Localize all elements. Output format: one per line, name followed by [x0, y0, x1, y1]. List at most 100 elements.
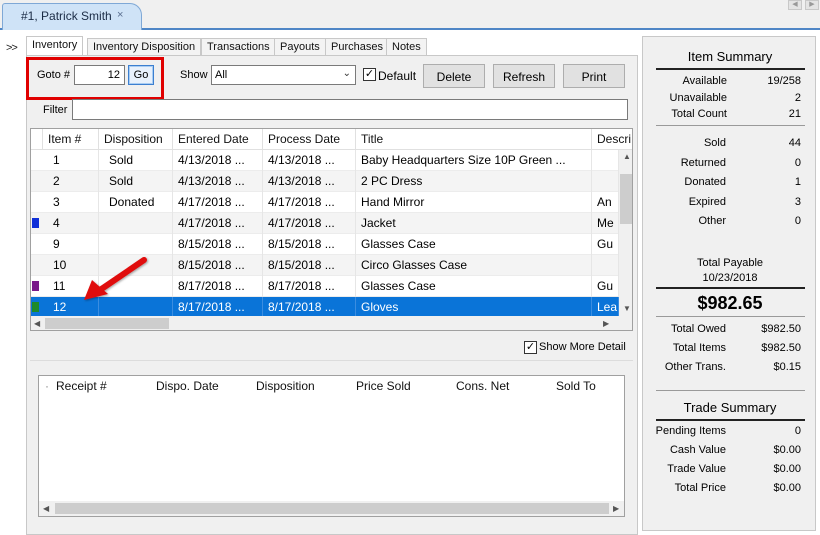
cash-value-label: Cash Value	[669, 444, 726, 456]
cell-description: Lea	[592, 297, 619, 318]
filter-input[interactable]	[72, 99, 628, 120]
cell-title: Jacket	[356, 213, 592, 234]
column-header-item[interactable]: Item #	[43, 129, 99, 150]
column-header-entered-date[interactable]: Entered Date	[173, 129, 263, 150]
column-header-sold-to[interactable]: Sold To	[551, 376, 623, 397]
refresh-button[interactable]: Refresh	[493, 64, 555, 88]
tab-scroll-arrows: ◀ ▶	[788, 0, 820, 10]
other-trans-value: $0.15	[773, 361, 801, 373]
show-select-value: All	[215, 69, 228, 81]
row-indicator-header	[31, 129, 43, 150]
delete-button[interactable]: Delete	[423, 64, 485, 88]
cell-disposition: Sold	[99, 171, 173, 192]
document-tab[interactable]: #1, Patrick Smith ×	[2, 3, 142, 30]
cell-entered-date: 4/17/2018 ...	[173, 213, 263, 234]
total-price-label: Total Price	[674, 482, 726, 494]
tab-notes[interactable]: Notes	[386, 38, 427, 56]
column-header-disposition[interactable]: Disposition	[251, 376, 351, 397]
scroll-left-icon[interactable]: ◀	[788, 0, 802, 10]
expired-value: 3	[794, 196, 801, 208]
cell-title: Hand Mirror	[356, 192, 592, 213]
column-header-cons-net[interactable]: Cons. Net	[451, 376, 551, 397]
show-more-detail-checkbox[interactable]: ✓	[524, 341, 537, 354]
unavailable-value: 2	[794, 92, 801, 104]
other-trans-label: Other Trans.	[664, 361, 726, 373]
section-divider	[30, 360, 633, 361]
column-header-title[interactable]: Title	[356, 129, 592, 150]
vertical-scroll-thumb[interactable]	[620, 174, 632, 224]
cell-disposition: Sold	[99, 150, 173, 171]
table-row[interactable]: 4 4/17/2018 ... 4/17/2018 ... Jacket Me	[31, 213, 619, 234]
row-color-marker	[32, 218, 39, 228]
default-checkbox[interactable]: ✓	[363, 68, 376, 81]
document-tab-title: #1, Patrick Smith	[21, 9, 112, 23]
cell-description	[592, 150, 619, 171]
horizontal-scroll-thumb[interactable]	[45, 318, 169, 329]
tab-inventory[interactable]: Inventory	[26, 36, 84, 56]
column-header-disposition[interactable]: Disposition	[99, 129, 173, 150]
cell-description: An	[592, 192, 619, 213]
cell-title: 2 PC Dress	[356, 171, 592, 192]
total-payable-label: Total Payable	[696, 257, 764, 269]
horizontal-scrollbar[interactable]: ◀ ▶	[31, 316, 632, 330]
total-items-label: Total Items	[672, 342, 726, 354]
tab-transactions[interactable]: Transactions	[201, 38, 276, 56]
goto-highlight-box	[26, 57, 164, 100]
tab-inventory-disposition[interactable]: Inventory Disposition	[87, 38, 202, 56]
show-label: Show	[180, 69, 208, 81]
cell-entered-date: 4/13/2018 ...	[173, 171, 263, 192]
show-select[interactable]: All ⌄	[211, 65, 356, 85]
trade-value-label: Trade Value	[667, 463, 726, 475]
column-header-description[interactable]: Descri	[592, 129, 632, 150]
total-owed-label: Total Owed	[670, 323, 726, 335]
show-more-detail-label: Show More Detail	[539, 341, 626, 353]
tab-payouts[interactable]: Payouts	[274, 38, 326, 56]
column-header-dispo-date[interactable]: Dispo. Date	[151, 376, 251, 397]
scroll-right-icon[interactable]: ▶	[603, 319, 609, 328]
horizontal-scroll-thumb[interactable]	[55, 503, 609, 514]
vertical-scrollbar[interactable]: ▲ ▼	[619, 150, 632, 316]
chevron-down-icon: ⌄	[342, 68, 351, 79]
table-row[interactable]: 1 Sold 4/13/2018 ... 4/13/2018 ... Baby Head…	[31, 150, 619, 171]
column-header-process-date[interactable]: Process Date	[263, 129, 356, 150]
scroll-left-icon[interactable]: ◀	[34, 319, 40, 328]
available-value: 19/258	[767, 75, 801, 87]
cell-item: 1	[43, 150, 99, 171]
pending-items-value: 0	[794, 425, 801, 437]
total-count-label: Total Count	[671, 108, 727, 120]
returned-value: 0	[794, 157, 801, 169]
row-color-marker	[32, 281, 39, 291]
cell-title: Gloves	[356, 297, 592, 318]
cell-title: Baby Headquarters Size 10P Green ...	[356, 150, 592, 171]
total-payable-date: 10/23/2018	[702, 272, 758, 284]
column-header-price-sold[interactable]: Price Sold	[351, 376, 451, 397]
cell-item: 3	[43, 192, 99, 213]
table-row[interactable]: 3 Donated 4/17/2018 ... 4/17/2018 ... Hand M…	[31, 192, 619, 213]
total-price-value: $0.00	[773, 482, 801, 494]
scroll-up-icon[interactable]: ▲	[623, 152, 631, 161]
scroll-right-icon[interactable]: ▶	[805, 0, 819, 10]
cell-entered-date: 8/15/2018 ...	[173, 234, 263, 255]
trade-summary-title: Trade Summary	[683, 400, 777, 415]
other-label: Other	[698, 215, 726, 227]
scroll-right-icon[interactable]: ▶	[613, 504, 619, 513]
horizontal-scrollbar[interactable]: ◀ ▶	[39, 501, 624, 516]
total-items-value: $982.50	[761, 342, 801, 354]
close-icon[interactable]: ×	[117, 9, 123, 21]
cell-process-date: 8/17/2018 ...	[263, 297, 356, 318]
tab-purchases[interactable]: Purchases	[325, 38, 389, 56]
cell-item: 4	[43, 213, 99, 234]
item-summary-title: Item Summary	[687, 49, 773, 64]
summary-rule	[656, 390, 805, 391]
trade-value-value: $0.00	[773, 463, 801, 475]
column-header-receipt[interactable]: Receipt #	[51, 376, 151, 397]
table-row[interactable]: 2 Sold 4/13/2018 ... 4/13/2018 ... 2 PC Dres…	[31, 171, 619, 192]
collapse-chevrons-icon[interactable]: >>	[6, 42, 18, 54]
summary-rule	[656, 287, 805, 289]
unavailable-label: Unavailable	[669, 92, 727, 104]
print-button[interactable]: Print	[563, 64, 625, 88]
scroll-down-icon[interactable]: ▼	[623, 304, 631, 313]
available-label: Available	[682, 75, 727, 87]
expired-label: Expired	[688, 196, 726, 208]
scroll-left-icon[interactable]: ◀	[43, 504, 49, 513]
